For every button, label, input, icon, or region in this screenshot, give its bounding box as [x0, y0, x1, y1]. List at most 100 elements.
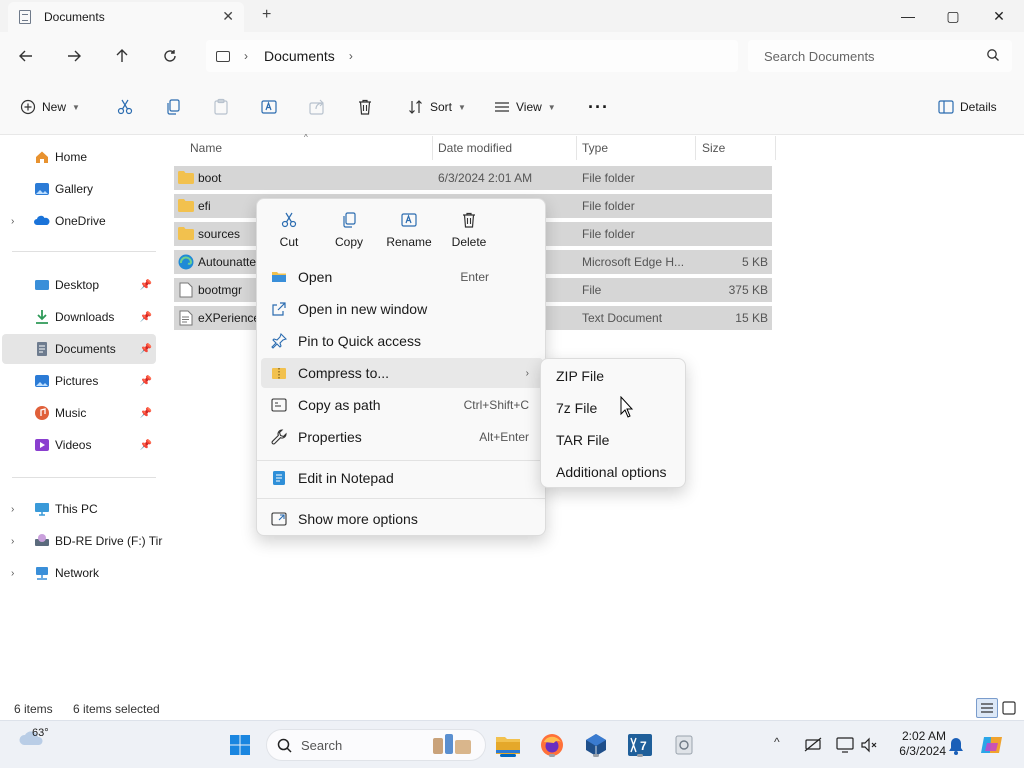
sidebar-item-this-pc[interactable]: › This PC: [2, 494, 156, 524]
column-divider[interactable]: [695, 136, 696, 160]
column-header-name[interactable]: Name: [190, 136, 222, 160]
context-rename-button[interactable]: Rename: [381, 207, 437, 255]
new-label: New: [42, 100, 67, 114]
chevron-right-icon[interactable]: ›: [11, 536, 14, 547]
refresh-button[interactable]: [158, 44, 182, 68]
sidebar-item-music[interactable]: Music 📌: [2, 398, 156, 428]
pin-icon[interactable]: 📌: [140, 408, 152, 419]
see-more-button[interactable]: ···: [588, 94, 609, 120]
breadcrumb-separator[interactable]: ›: [244, 49, 248, 63]
taskbar-7zip[interactable]: 7: [626, 731, 654, 759]
sidebar-item-gallery[interactable]: Gallery: [2, 174, 156, 204]
menu-item-show-more-options[interactable]: Show more options: [261, 504, 543, 534]
details-pane-button[interactable]: Details: [938, 94, 997, 120]
maximize-button[interactable]: ▢: [941, 4, 965, 28]
details-label: Details: [960, 100, 997, 114]
context-copy-button[interactable]: Copy: [321, 207, 377, 255]
copy-button[interactable]: [164, 94, 182, 120]
taskbar-app[interactable]: [670, 731, 698, 759]
start-button[interactable]: [226, 731, 254, 759]
sidebar-item-pictures[interactable]: Pictures 📌: [2, 366, 156, 396]
sidebar-item-downloads[interactable]: Downloads 📌: [2, 302, 156, 332]
forward-button[interactable]: [62, 44, 86, 68]
folder-icon: [178, 171, 194, 184]
file-type: File folder: [582, 227, 635, 241]
rename-button[interactable]: [260, 94, 278, 120]
new-tab-button[interactable]: +: [262, 6, 271, 24]
column-divider[interactable]: [775, 136, 776, 160]
menu-item-properties[interactable]: Properties Alt+Enter: [261, 422, 543, 452]
sidebar-item-videos[interactable]: Videos 📌: [2, 430, 156, 460]
share-button[interactable]: [308, 94, 326, 120]
sort-button[interactable]: Sort ▼: [408, 94, 466, 120]
submenu-item-tar[interactable]: TAR File: [545, 425, 683, 455]
tab-close-icon[interactable]: ✕: [222, 8, 234, 25]
up-button[interactable]: [110, 44, 134, 68]
breadcrumb-documents[interactable]: Documents: [264, 48, 335, 64]
details-view-button[interactable]: [976, 698, 998, 718]
taskbar-virtualbox[interactable]: [582, 731, 610, 759]
large-icons-view-button[interactable]: [1000, 699, 1018, 717]
minimize-button[interactable]: —: [896, 4, 920, 28]
context-delete-button[interactable]: Delete: [441, 207, 497, 255]
back-button[interactable]: [14, 44, 38, 68]
breadcrumb-separator[interactable]: ›: [349, 49, 353, 63]
menu-item-compress-to[interactable]: Compress to... ›: [261, 358, 543, 388]
volume-muted-icon[interactable]: [860, 737, 878, 753]
pin-icon[interactable]: 📌: [140, 376, 152, 387]
search-input[interactable]: [764, 48, 964, 64]
submenu-item-zip[interactable]: ZIP File: [545, 361, 683, 391]
cut-button[interactable]: [116, 94, 134, 120]
refresh-icon: [164, 50, 176, 62]
menu-item-open-new-window[interactable]: Open in new window: [261, 294, 543, 324]
context-cut-button[interactable]: Cut: [261, 207, 317, 255]
sidebar-item-network[interactable]: › Network: [2, 558, 156, 588]
submenu-item-additional-options[interactable]: Additional options: [545, 457, 683, 487]
file-row-boot[interactable]: boot 6/3/2024 2:01 AM File folder: [174, 166, 772, 190]
chevron-right-icon[interactable]: ›: [11, 216, 14, 227]
pin-icon[interactable]: 📌: [140, 440, 152, 451]
sidebar-item-documents[interactable]: Documents 📌: [2, 334, 156, 364]
menu-item-copy-as-path[interactable]: Copy as path Ctrl+Shift+C: [261, 390, 543, 420]
column-header-type[interactable]: Type: [582, 136, 608, 160]
column-header-size[interactable]: Size: [702, 136, 725, 160]
sidebar-item-home[interactable]: Home: [2, 142, 156, 172]
search-icon: [277, 738, 292, 753]
sidebar-item-onedrive[interactable]: › OneDrive: [2, 206, 156, 236]
view-button[interactable]: View ▼: [494, 94, 556, 120]
column-divider[interactable]: [576, 136, 577, 160]
tab-documents[interactable]: Documents ✕: [8, 2, 244, 32]
chevron-right-icon[interactable]: ›: [11, 568, 14, 579]
pin-icon[interactable]: 📌: [140, 344, 152, 355]
address-bar[interactable]: › Documents ›: [206, 40, 738, 72]
column-header-date-modified[interactable]: Date modified: [438, 136, 512, 160]
menu-item-open[interactable]: Open Enter: [261, 262, 543, 292]
clock-time: 2:02 AM: [901, 729, 946, 743]
folder-open-icon: [272, 272, 286, 282]
chevron-right-icon[interactable]: ›: [11, 504, 14, 515]
paste-button[interactable]: [212, 94, 230, 120]
sidebar-item-desktop[interactable]: Desktop 📌: [2, 270, 156, 300]
new-button[interactable]: New ▼: [20, 94, 80, 120]
sidebar-item-bd-re-drive[interactable]: › BD-RE Drive (F:) Tir: [2, 526, 162, 556]
pin-icon[interactable]: 📌: [140, 312, 152, 323]
network-status-icon[interactable]: [804, 737, 822, 753]
taskbar-firefox[interactable]: [538, 731, 566, 759]
menu-separator: [257, 460, 545, 461]
weather-widget[interactable]: 63°: [18, 727, 49, 750]
display-icon[interactable]: [836, 737, 854, 753]
column-divider[interactable]: [432, 136, 433, 160]
copilot-icon[interactable]: [980, 733, 1004, 757]
show-hidden-icons-chevron-up-icon[interactable]: ^: [774, 735, 780, 749]
menu-item-edit-in-notepad[interactable]: Edit in Notepad: [261, 463, 543, 493]
search-box[interactable]: [748, 40, 1012, 72]
close-window-button[interactable]: ✕: [987, 4, 1011, 28]
delete-button[interactable]: [356, 94, 374, 120]
notification-bell-icon[interactable]: [948, 737, 964, 755]
taskbar-file-explorer[interactable]: [494, 731, 522, 759]
taskbar-search[interactable]: Search: [266, 729, 486, 761]
menu-item-pin-quick-access[interactable]: Pin to Quick access: [261, 326, 543, 356]
clock[interactable]: 2:02 AM 6/3/2024: [886, 729, 946, 759]
submenu-item-7z[interactable]: 7z File: [545, 393, 683, 423]
pin-icon[interactable]: 📌: [140, 280, 152, 291]
